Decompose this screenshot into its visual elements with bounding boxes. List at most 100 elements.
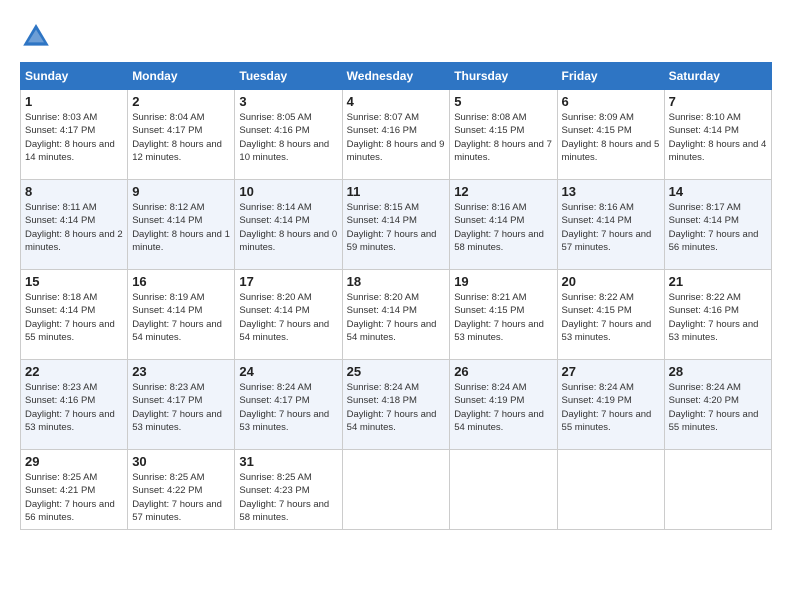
calendar-cell: 4 Sunrise: 8:07 AM Sunset: 4:16 PM Dayli… xyxy=(342,90,450,180)
day-info: Sunrise: 8:23 AM Sunset: 4:16 PM Dayligh… xyxy=(25,381,123,434)
column-header-wednesday: Wednesday xyxy=(342,63,450,90)
calendar-cell xyxy=(664,450,771,530)
calendar-cell: 28 Sunrise: 8:24 AM Sunset: 4:20 PM Dayl… xyxy=(664,360,771,450)
day-info: Sunrise: 8:25 AM Sunset: 4:22 PM Dayligh… xyxy=(132,471,230,524)
page-header xyxy=(20,20,772,52)
logo-icon xyxy=(20,20,52,52)
calendar-cell: 2 Sunrise: 8:04 AM Sunset: 4:17 PM Dayli… xyxy=(128,90,235,180)
day-info: Sunrise: 8:20 AM Sunset: 4:14 PM Dayligh… xyxy=(347,291,446,344)
calendar-cell: 20 Sunrise: 8:22 AM Sunset: 4:15 PM Dayl… xyxy=(557,270,664,360)
calendar-cell: 7 Sunrise: 8:10 AM Sunset: 4:14 PM Dayli… xyxy=(664,90,771,180)
day-info: Sunrise: 8:18 AM Sunset: 4:14 PM Dayligh… xyxy=(25,291,123,344)
day-info: Sunrise: 8:23 AM Sunset: 4:17 PM Dayligh… xyxy=(132,381,230,434)
day-info: Sunrise: 8:11 AM Sunset: 4:14 PM Dayligh… xyxy=(25,201,123,254)
day-info: Sunrise: 8:14 AM Sunset: 4:14 PM Dayligh… xyxy=(239,201,337,254)
day-info: Sunrise: 8:22 AM Sunset: 4:16 PM Dayligh… xyxy=(669,291,767,344)
day-number: 19 xyxy=(454,274,552,289)
calendar-week-row: 15 Sunrise: 8:18 AM Sunset: 4:14 PM Dayl… xyxy=(21,270,772,360)
day-number: 5 xyxy=(454,94,552,109)
calendar-cell: 21 Sunrise: 8:22 AM Sunset: 4:16 PM Dayl… xyxy=(664,270,771,360)
calendar-cell: 15 Sunrise: 8:18 AM Sunset: 4:14 PM Dayl… xyxy=(21,270,128,360)
day-number: 24 xyxy=(239,364,337,379)
day-number: 21 xyxy=(669,274,767,289)
day-number: 12 xyxy=(454,184,552,199)
column-header-sunday: Sunday xyxy=(21,63,128,90)
day-number: 22 xyxy=(25,364,123,379)
calendar-cell: 10 Sunrise: 8:14 AM Sunset: 4:14 PM Dayl… xyxy=(235,180,342,270)
day-number: 13 xyxy=(562,184,660,199)
calendar-cell: 11 Sunrise: 8:15 AM Sunset: 4:14 PM Dayl… xyxy=(342,180,450,270)
day-number: 30 xyxy=(132,454,230,469)
day-info: Sunrise: 8:08 AM Sunset: 4:15 PM Dayligh… xyxy=(454,111,552,164)
day-number: 4 xyxy=(347,94,446,109)
calendar-cell: 9 Sunrise: 8:12 AM Sunset: 4:14 PM Dayli… xyxy=(128,180,235,270)
day-info: Sunrise: 8:25 AM Sunset: 4:21 PM Dayligh… xyxy=(25,471,123,524)
day-number: 10 xyxy=(239,184,337,199)
day-info: Sunrise: 8:07 AM Sunset: 4:16 PM Dayligh… xyxy=(347,111,446,164)
day-info: Sunrise: 8:09 AM Sunset: 4:15 PM Dayligh… xyxy=(562,111,660,164)
day-number: 14 xyxy=(669,184,767,199)
day-info: Sunrise: 8:15 AM Sunset: 4:14 PM Dayligh… xyxy=(347,201,446,254)
calendar-cell: 13 Sunrise: 8:16 AM Sunset: 4:14 PM Dayl… xyxy=(557,180,664,270)
day-number: 29 xyxy=(25,454,123,469)
day-number: 23 xyxy=(132,364,230,379)
day-info: Sunrise: 8:22 AM Sunset: 4:15 PM Dayligh… xyxy=(562,291,660,344)
calendar-table: SundayMondayTuesdayWednesdayThursdayFrid… xyxy=(20,62,772,530)
day-info: Sunrise: 8:24 AM Sunset: 4:19 PM Dayligh… xyxy=(454,381,552,434)
calendar-cell: 19 Sunrise: 8:21 AM Sunset: 4:15 PM Dayl… xyxy=(450,270,557,360)
day-info: Sunrise: 8:24 AM Sunset: 4:20 PM Dayligh… xyxy=(669,381,767,434)
calendar-cell: 30 Sunrise: 8:25 AM Sunset: 4:22 PM Dayl… xyxy=(128,450,235,530)
day-info: Sunrise: 8:21 AM Sunset: 4:15 PM Dayligh… xyxy=(454,291,552,344)
day-info: Sunrise: 8:19 AM Sunset: 4:14 PM Dayligh… xyxy=(132,291,230,344)
day-number: 20 xyxy=(562,274,660,289)
day-info: Sunrise: 8:04 AM Sunset: 4:17 PM Dayligh… xyxy=(132,111,230,164)
day-number: 2 xyxy=(132,94,230,109)
day-info: Sunrise: 8:20 AM Sunset: 4:14 PM Dayligh… xyxy=(239,291,337,344)
calendar-week-row: 29 Sunrise: 8:25 AM Sunset: 4:21 PM Dayl… xyxy=(21,450,772,530)
calendar-cell: 18 Sunrise: 8:20 AM Sunset: 4:14 PM Dayl… xyxy=(342,270,450,360)
calendar-cell: 26 Sunrise: 8:24 AM Sunset: 4:19 PM Dayl… xyxy=(450,360,557,450)
calendar-cell: 1 Sunrise: 8:03 AM Sunset: 4:17 PM Dayli… xyxy=(21,90,128,180)
calendar-week-row: 22 Sunrise: 8:23 AM Sunset: 4:16 PM Dayl… xyxy=(21,360,772,450)
calendar-week-row: 1 Sunrise: 8:03 AM Sunset: 4:17 PM Dayli… xyxy=(21,90,772,180)
calendar-cell xyxy=(342,450,450,530)
calendar-cell: 17 Sunrise: 8:20 AM Sunset: 4:14 PM Dayl… xyxy=(235,270,342,360)
calendar-cell: 29 Sunrise: 8:25 AM Sunset: 4:21 PM Dayl… xyxy=(21,450,128,530)
calendar-cell: 14 Sunrise: 8:17 AM Sunset: 4:14 PM Dayl… xyxy=(664,180,771,270)
day-number: 31 xyxy=(239,454,337,469)
day-number: 3 xyxy=(239,94,337,109)
column-header-saturday: Saturday xyxy=(664,63,771,90)
day-number: 28 xyxy=(669,364,767,379)
calendar-cell: 3 Sunrise: 8:05 AM Sunset: 4:16 PM Dayli… xyxy=(235,90,342,180)
day-info: Sunrise: 8:03 AM Sunset: 4:17 PM Dayligh… xyxy=(25,111,123,164)
calendar-header-row: SundayMondayTuesdayWednesdayThursdayFrid… xyxy=(21,63,772,90)
column-header-thursday: Thursday xyxy=(450,63,557,90)
column-header-friday: Friday xyxy=(557,63,664,90)
day-number: 15 xyxy=(25,274,123,289)
column-header-tuesday: Tuesday xyxy=(235,63,342,90)
calendar-cell: 31 Sunrise: 8:25 AM Sunset: 4:23 PM Dayl… xyxy=(235,450,342,530)
day-info: Sunrise: 8:25 AM Sunset: 4:23 PM Dayligh… xyxy=(239,471,337,524)
day-info: Sunrise: 8:16 AM Sunset: 4:14 PM Dayligh… xyxy=(454,201,552,254)
day-number: 18 xyxy=(347,274,446,289)
day-number: 27 xyxy=(562,364,660,379)
calendar-cell: 24 Sunrise: 8:24 AM Sunset: 4:17 PM Dayl… xyxy=(235,360,342,450)
calendar-cell: 23 Sunrise: 8:23 AM Sunset: 4:17 PM Dayl… xyxy=(128,360,235,450)
day-info: Sunrise: 8:10 AM Sunset: 4:14 PM Dayligh… xyxy=(669,111,767,164)
day-number: 7 xyxy=(669,94,767,109)
day-info: Sunrise: 8:05 AM Sunset: 4:16 PM Dayligh… xyxy=(239,111,337,164)
day-info: Sunrise: 8:24 AM Sunset: 4:17 PM Dayligh… xyxy=(239,381,337,434)
calendar-cell: 8 Sunrise: 8:11 AM Sunset: 4:14 PM Dayli… xyxy=(21,180,128,270)
calendar-cell: 6 Sunrise: 8:09 AM Sunset: 4:15 PM Dayli… xyxy=(557,90,664,180)
day-info: Sunrise: 8:17 AM Sunset: 4:14 PM Dayligh… xyxy=(669,201,767,254)
calendar-cell xyxy=(450,450,557,530)
day-number: 8 xyxy=(25,184,123,199)
logo xyxy=(20,20,56,52)
day-number: 11 xyxy=(347,184,446,199)
calendar-cell: 25 Sunrise: 8:24 AM Sunset: 4:18 PM Dayl… xyxy=(342,360,450,450)
calendar-week-row: 8 Sunrise: 8:11 AM Sunset: 4:14 PM Dayli… xyxy=(21,180,772,270)
calendar-cell: 22 Sunrise: 8:23 AM Sunset: 4:16 PM Dayl… xyxy=(21,360,128,450)
day-number: 26 xyxy=(454,364,552,379)
day-number: 9 xyxy=(132,184,230,199)
day-number: 6 xyxy=(562,94,660,109)
